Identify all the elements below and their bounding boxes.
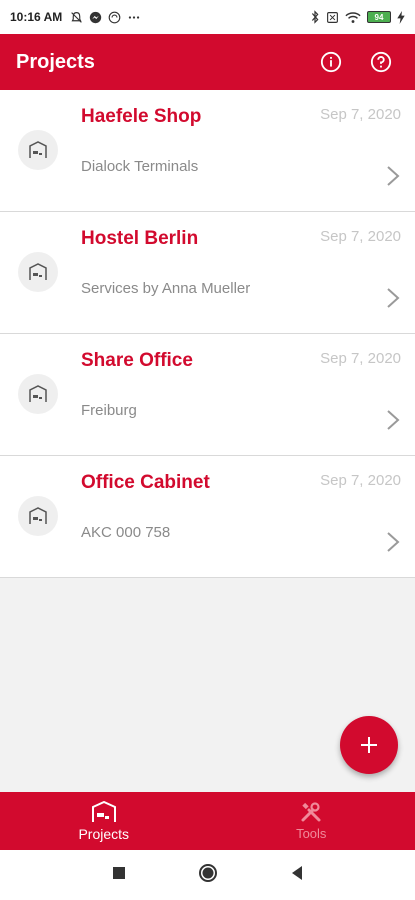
project-name: Office Cabinet [81,472,210,493]
project-date: Sep 7, 2020 [320,350,401,367]
back-button[interactable] [290,865,304,886]
circle-icon [198,863,217,882]
bluetooth-icon [310,10,320,24]
nav-projects-tab[interactable]: Projects [0,792,208,850]
project-subtitle: Services by Anna Mueller [81,280,251,297]
charging-icon [397,10,405,24]
project-subtitle: AKC 000 758 [81,524,171,541]
chevron-right-icon [387,288,400,308]
project-list: Haefele Shop Sep 7, 2020 Dialock Termina… [0,90,415,578]
add-project-button[interactable] [340,716,398,774]
project-subtitle: Dialock Terminals [81,158,199,175]
sync-icon [108,11,121,24]
project-item[interactable]: Office Cabinet Sep 7, 2020 AKC 000 758 [0,456,415,578]
building-icon [18,130,58,170]
square-icon [112,866,125,879]
info-icon [320,51,342,73]
project-item[interactable]: Haefele Shop Sep 7, 2020 Dialock Termina… [0,90,415,212]
building-icon [18,496,58,536]
chevron-right-icon [387,532,400,552]
project-item[interactable]: Hostel Berlin Sep 7, 2020 Services by An… [0,212,415,334]
project-date: Sep 7, 2020 [320,106,401,123]
chevron-right-icon [387,166,400,186]
nav-projects-label: Projects [78,825,130,842]
status-bar: 10:16 AM 94 [0,0,415,34]
project-date: Sep 7, 2020 [320,228,401,245]
building-icon [91,800,116,822]
messenger-icon [89,11,102,24]
tools-icon [301,802,321,822]
help-icon [370,51,392,73]
mute-notification-icon [70,11,83,24]
status-time: 10:16 AM [10,10,63,24]
project-name: Share Office [81,350,193,371]
plus-icon [361,737,377,753]
info-button[interactable] [313,44,349,80]
help-button[interactable] [363,44,399,80]
project-subtitle: Freiburg [81,402,137,419]
battery-icon: 94 [367,11,391,23]
sim-icon [326,11,339,24]
project-item[interactable]: Share Office Sep 7, 2020 Freiburg [0,334,415,456]
nav-tools-tab[interactable]: Tools [208,792,415,850]
chevron-right-icon [387,410,400,430]
page-title: Projects [16,50,95,73]
wifi-icon [345,11,361,24]
project-date: Sep 7, 2020 [320,472,401,489]
nav-tools-label: Tools [296,826,327,841]
back-triangle-icon [291,865,302,880]
building-icon [18,374,58,414]
home-button[interactable] [198,863,218,888]
more-dots-icon [127,11,141,24]
building-icon [18,252,58,292]
recents-button[interactable] [112,866,126,885]
app-bar: Projects [0,34,415,90]
project-name: Haefele Shop [81,106,202,127]
project-name: Hostel Berlin [81,228,199,249]
bottom-nav: Projects Tools [0,792,415,850]
system-nav-bar [0,850,415,900]
